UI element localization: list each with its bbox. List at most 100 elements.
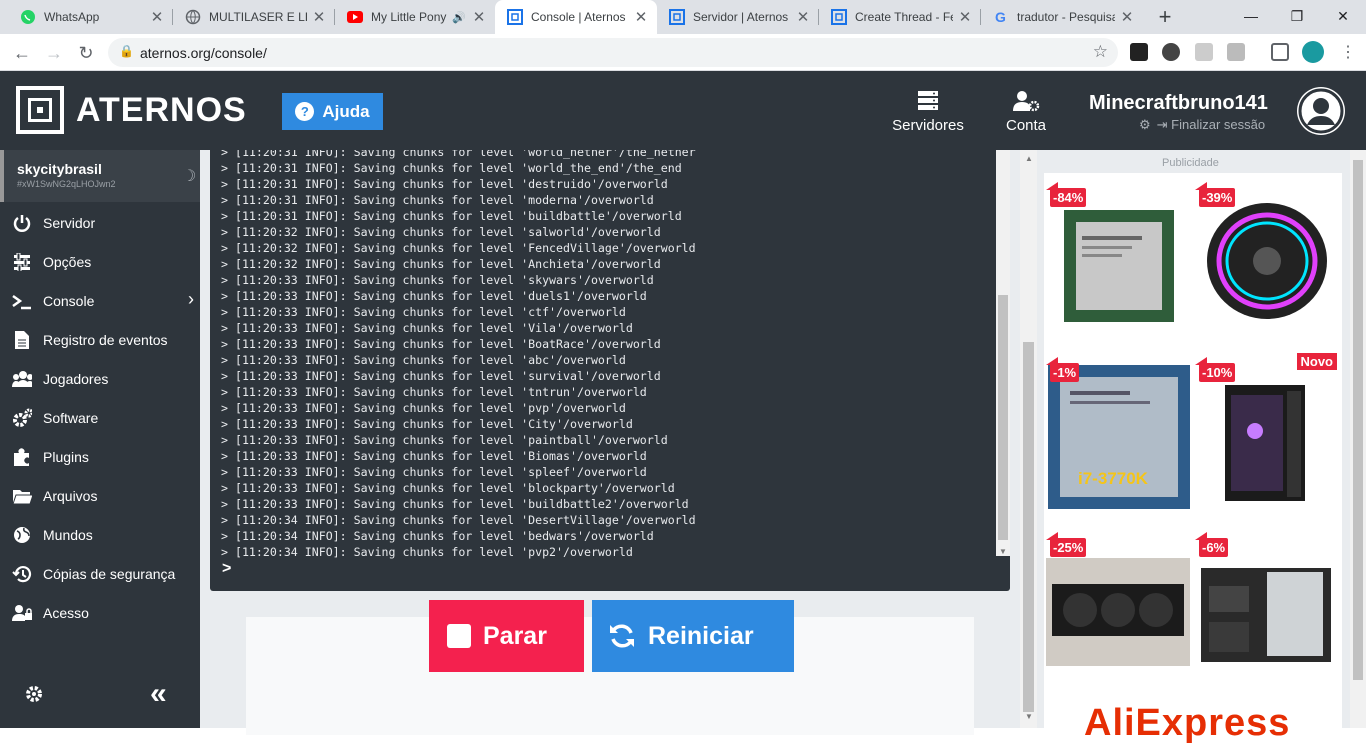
nav-account[interactable]: Conta [1001, 89, 1051, 134]
extension-icon[interactable] [1162, 43, 1180, 61]
more-menu-icon[interactable]: ⋮ [1334, 39, 1362, 67]
media-control-icon[interactable] [1271, 43, 1289, 61]
close-icon[interactable]: ✕ [311, 8, 327, 26]
youtube-icon [347, 9, 363, 25]
users-icon [12, 369, 32, 389]
aliexpress-logo[interactable]: AliExpress [1084, 702, 1290, 745]
console-log: > [11:20:31 INFO]: Saving chunks for lev… [221, 150, 991, 560]
console-line: > [11:20:33 INFO]: Saving chunks for lev… [221, 465, 647, 479]
minimize-button[interactable]: — [1228, 0, 1274, 32]
bookmark-star-icon[interactable]: ☆ [1093, 42, 1108, 62]
username[interactable]: Minecraftbruno141 [1089, 92, 1268, 115]
browser-tab[interactable]: Servidor | Aternos ✕ [657, 0, 819, 34]
browser-tab-bar: WhatsApp ✕ MULTILASER E LIT ✕ My Little … [0, 0, 1366, 34]
address-bar[interactable]: 🔒 aternos.org/console/ ☆ [108, 38, 1118, 67]
close-icon[interactable]: ✕ [795, 8, 811, 26]
browser-tab[interactable]: My Little Pony 🔊 ✕ [335, 0, 495, 34]
sidebar-item-console[interactable]: Console › [0, 281, 200, 320]
ad-product-tile[interactable]: -1% i7-3770K [1046, 351, 1190, 521]
aternos-logo-icon[interactable] [16, 86, 64, 134]
console-line: > [11:20:32 INFO]: Saving chunks for lev… [221, 225, 661, 239]
user-avatar[interactable] [1297, 87, 1345, 135]
ad-product-tile[interactable]: -84% [1046, 176, 1190, 346]
aternos-icon [507, 9, 523, 25]
console-scrollbar[interactable]: ▼ [996, 150, 1010, 556]
close-icon[interactable]: ✕ [1119, 8, 1135, 26]
sign-out-icon: ⇥ [1156, 117, 1172, 132]
console-prompt[interactable]: > [222, 560, 231, 578]
sidebar-item-jogadores[interactable]: Jogadores [0, 359, 200, 398]
window-close-button[interactable]: ✕ [1320, 0, 1366, 32]
close-icon[interactable]: ✕ [149, 8, 165, 26]
nav-servers[interactable]: Servidores [890, 89, 966, 134]
settings-gear-icon[interactable] [23, 683, 45, 710]
maximize-button[interactable]: ❐ [1274, 0, 1320, 32]
sidebar-item-opcoes[interactable]: Opções [0, 242, 200, 281]
ad-product-tile[interactable]: -6% [1195, 526, 1339, 696]
logout-link[interactable]: ⚙ ⇥ Finalizar sessão [1139, 117, 1265, 133]
extension-icon[interactable] [1130, 43, 1148, 61]
puzzle-icon [12, 447, 32, 467]
browser-tab-active[interactable]: Console | Aternos ✕ [495, 0, 657, 34]
sidebar-item-plugins[interactable]: Plugins [0, 437, 200, 476]
google-icon: G [993, 9, 1009, 25]
console-output[interactable]: > [11:20:31 INFO]: Saving chunks for lev… [210, 150, 1010, 591]
cogs-icon [12, 408, 32, 428]
chevron-right-icon: › [188, 289, 194, 309]
console-line: > [11:20:34 INFO]: Saving chunks for lev… [221, 513, 696, 527]
extension-icon[interactable] [1227, 43, 1245, 61]
site-logo-text[interactable]: ATERNOS [76, 91, 247, 130]
profile-avatar[interactable] [1302, 41, 1324, 63]
forward-button[interactable]: → [40, 39, 68, 67]
sidebar-item-servidor[interactable]: Servidor [0, 203, 200, 242]
stop-button[interactable]: Parar [429, 600, 584, 672]
ad-product-tile[interactable]: -25% [1046, 526, 1190, 696]
refresh-icon [610, 624, 634, 648]
browser-tab[interactable]: G tradutor - Pesquisa ✕ [981, 0, 1143, 34]
sidebar-item-copias-de-seguranca[interactable]: Cópias de segurança [0, 554, 200, 593]
speaker-icon[interactable]: 🔊 [451, 11, 467, 24]
question-icon: ? [295, 102, 315, 121]
scroll-down-arrow-icon[interactable]: ▼ [999, 547, 1007, 556]
close-icon[interactable]: ✕ [633, 8, 649, 26]
sidebar-item-mundos[interactable]: Mundos [0, 515, 200, 554]
url-text[interactable]: aternos.org/console/ [140, 45, 267, 61]
browser-tab[interactable]: MULTILASER E LIT ✕ [173, 0, 335, 34]
sliders-icon [12, 252, 32, 272]
scroll-up-arrow-icon[interactable]: ▲ [1025, 154, 1033, 163]
restart-button[interactable]: Reiniciar [592, 600, 794, 672]
server-id: #xW1SwNG2qLHOJwn2 [17, 179, 116, 189]
gear-icon[interactable]: ⚙ [1139, 117, 1151, 132]
console-line: > [11:20:33 INFO]: Saving chunks for lev… [221, 273, 654, 287]
sidebar-item-arquivos[interactable]: Arquivos [0, 476, 200, 515]
ad-product-tile[interactable]: -10% Novo [1195, 351, 1339, 521]
moon-icon[interactable]: ☽ [182, 166, 196, 186]
console-line: > [11:20:33 INFO]: Saving chunks for lev… [221, 449, 647, 463]
scroll-down-arrow-icon[interactable]: ▼ [1025, 712, 1033, 721]
console-line: > [11:20:33 INFO]: Saving chunks for lev… [221, 305, 626, 319]
close-icon[interactable]: ✕ [957, 8, 973, 26]
console-line: > [11:20:31 INFO]: Saving chunks for lev… [221, 177, 668, 191]
browser-tab[interactable]: WhatsApp ✕ [8, 0, 173, 34]
sidebar-item-registro-de-eventos[interactable]: Registro de eventos [0, 320, 200, 359]
sidebar-item-software[interactable]: Software [0, 398, 200, 437]
ad-scrollbar[interactable] [1350, 150, 1366, 728]
collapse-sidebar-icon[interactable]: « [150, 677, 167, 711]
server-selector[interactable]: skycitybrasil #xW1SwNG2qLHOJwn2 ☽ [0, 150, 200, 202]
reload-button[interactable]: ↻ [72, 39, 100, 67]
new-tab-button[interactable]: + [1152, 4, 1178, 30]
browser-tab[interactable]: Create Thread - Fe ✕ [819, 0, 981, 34]
page-scrollbar[interactable]: ▲ ▼ [1020, 150, 1037, 728]
extension-icon[interactable] [1195, 43, 1213, 61]
console-line: > [11:20:32 INFO]: Saving chunks for lev… [221, 257, 661, 271]
console-line: > [11:20:34 INFO]: Saving chunks for lev… [221, 545, 633, 559]
sidebar-item-acesso[interactable]: Acesso [0, 593, 200, 632]
console-line: > [11:20:33 INFO]: Saving chunks for lev… [221, 337, 661, 351]
console-line: > [11:20:33 INFO]: Saving chunks for lev… [221, 353, 626, 367]
ad-product-tile[interactable]: -39% [1195, 176, 1339, 346]
globe-icon [185, 9, 201, 25]
back-button[interactable]: ← [8, 39, 36, 67]
server-stack-icon [890, 89, 966, 113]
help-button[interactable]: ? Ajuda [282, 93, 383, 130]
close-icon[interactable]: ✕ [471, 8, 487, 26]
